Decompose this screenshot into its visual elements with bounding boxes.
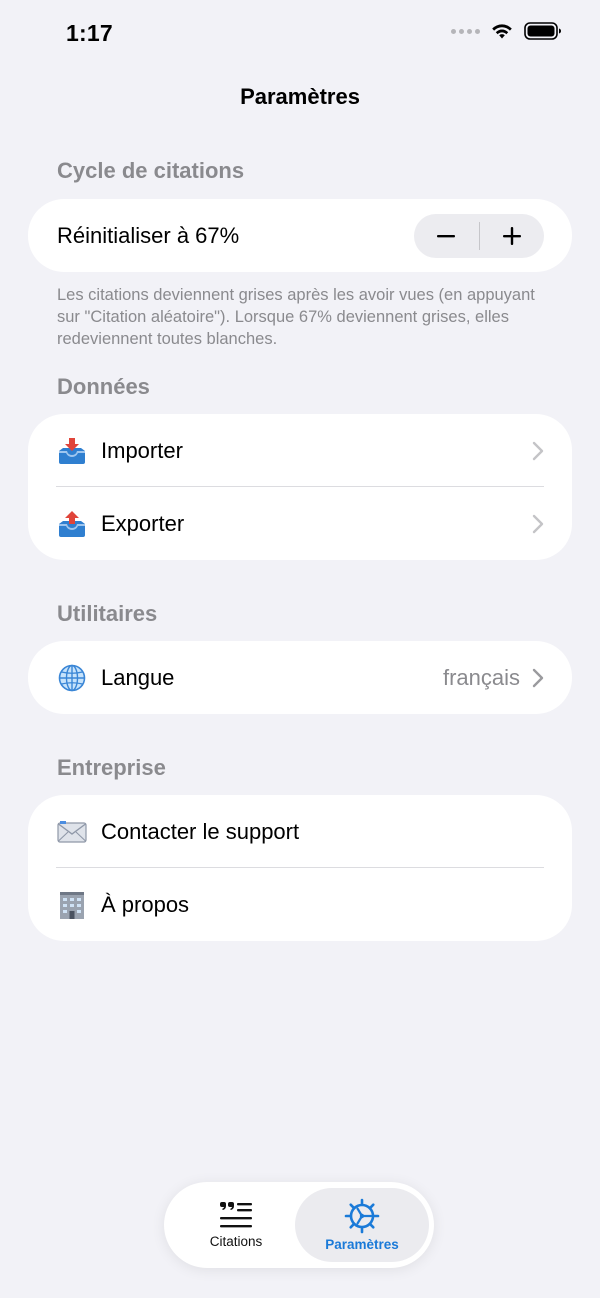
section-header-company: Entreprise: [57, 755, 166, 780]
tab-parametres-label: Paramètres: [325, 1237, 399, 1252]
chevron-right-icon: [532, 441, 544, 461]
import-label: Importer: [101, 437, 183, 463]
about-row[interactable]: À propos: [28, 868, 572, 941]
globe-icon: [57, 663, 87, 693]
wifi-icon: [492, 24, 512, 39]
stepper-plus-button[interactable]: [480, 214, 545, 258]
outbox-tray-icon: [57, 509, 87, 539]
status-icons: [451, 22, 562, 40]
tab-citations[interactable]: Citations: [172, 1188, 300, 1262]
import-row[interactable]: Importer: [28, 414, 572, 487]
reset-row: Réinitialiser à 67%: [28, 199, 572, 272]
status-time: 1:17: [66, 20, 113, 46]
language-label: Langue: [101, 664, 175, 690]
company-card: Contacter le support À propos: [28, 795, 572, 941]
language-row[interactable]: Langue français: [28, 641, 572, 714]
export-label: Exporter: [101, 510, 185, 536]
contact-label: Contacter le support: [101, 818, 300, 844]
envelope-icon: [57, 817, 87, 847]
export-row[interactable]: Exporter: [28, 487, 572, 560]
section-header-cycle: Cycle de citations: [57, 158, 245, 183]
gear-icon: [344, 1198, 380, 1234]
stepper-minus-button[interactable]: [414, 214, 479, 258]
cycle-card: Réinitialiser à 67%: [28, 199, 572, 272]
tab-citations-label: Citations: [209, 1234, 263, 1249]
section-header-data: Données: [57, 374, 150, 399]
cycle-footnote: Les citations deviennent grises après le…: [57, 286, 535, 348]
chevron-right-icon: [532, 668, 544, 688]
language-value: français: [442, 664, 520, 690]
minus-icon: [437, 234, 456, 237]
office-building-icon: [57, 890, 87, 920]
utilities-card: Langue français: [28, 641, 572, 714]
section-header-utilities: Utilitaires: [57, 601, 158, 626]
plus-icon: [502, 226, 521, 245]
page-title: Paramètres: [240, 84, 360, 109]
about-label: À propos: [101, 891, 190, 917]
quote-list-icon: [220, 1202, 252, 1228]
signal-icon: [451, 28, 480, 34]
reset-stepper: [414, 213, 545, 258]
tab-parametres[interactable]: Paramètres: [295, 1188, 429, 1262]
reset-label: Réinitialiser à 67%: [57, 222, 240, 248]
contact-row[interactable]: Contacter le support: [28, 795, 572, 868]
tab-bar: Citations Paramètres: [164, 1182, 434, 1268]
chevron-right-icon: [532, 514, 544, 534]
battery-icon: [524, 22, 561, 40]
inbox-tray-icon: [57, 436, 87, 466]
data-card: Importer Exporter: [28, 414, 572, 560]
settings-screen: 1:17 Paramètres Cycle de citations Réini…: [0, 0, 600, 1298]
